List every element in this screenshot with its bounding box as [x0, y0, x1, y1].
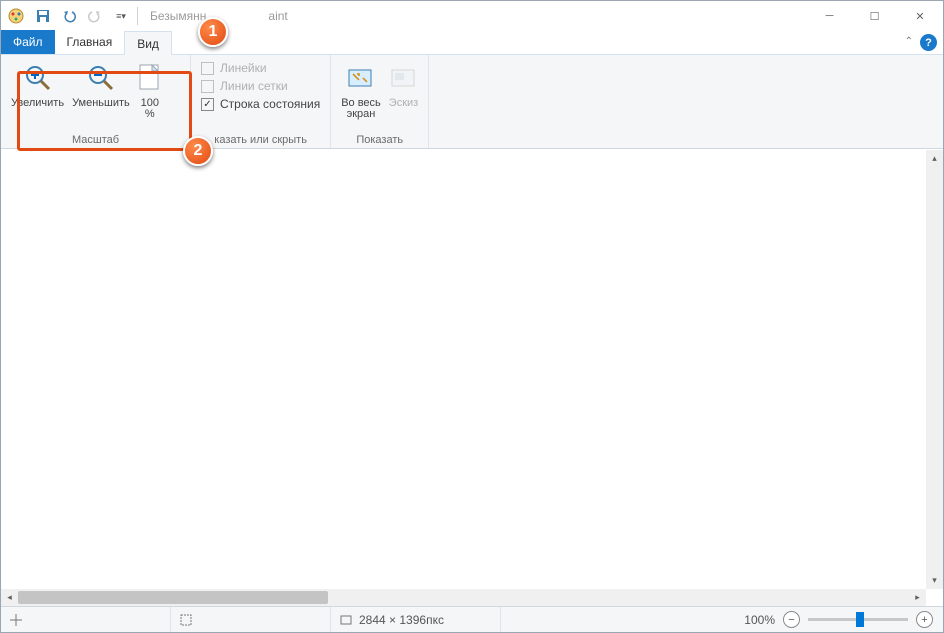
zoom-in-stepper[interactable]: +: [916, 611, 933, 628]
rulers-label: Линейки: [220, 61, 267, 75]
zoom-out-button[interactable]: Уменьшить: [68, 59, 134, 111]
cursor-pos-icon: [9, 613, 23, 627]
annotation-callout-2: 2: [183, 136, 213, 166]
window-controls: ─ ☐ ✕: [807, 1, 943, 31]
redo-button[interactable]: [83, 4, 107, 28]
group-display: Во весь экран Эскиз Показать: [331, 55, 429, 148]
group-display-title: Показать: [337, 132, 422, 146]
ribbon-tabs: Файл Главная Вид ⌃ ?: [1, 31, 943, 55]
zoom-100-button[interactable]: 100 %: [134, 59, 166, 122]
fullscreen-icon: [347, 61, 375, 95]
app-window: ≡▾ Безымянн aint ─ ☐ ✕ Файл Главная Вид …: [0, 0, 944, 633]
gridlines-label: Линии сетки: [220, 79, 288, 93]
separator: [137, 7, 138, 25]
dimensions-icon: [339, 613, 353, 627]
checkbox-statusbar[interactable]: ✓ Строка состояния: [201, 97, 320, 111]
zoom-in-label: Увеличить: [11, 97, 64, 109]
zoom-in-button[interactable]: Увеличить: [7, 59, 68, 111]
scroll-left-icon[interactable]: ◂: [1, 589, 18, 606]
status-dimensions: 2844 × 1396пкс: [331, 607, 501, 632]
tab-view[interactable]: Вид: [124, 31, 172, 55]
thumbnail-icon: [390, 61, 418, 95]
thumbnail-label: Эскиз: [389, 97, 418, 109]
quick-access-toolbar: ≡▾: [31, 4, 133, 28]
close-button[interactable]: ✕: [897, 1, 943, 31]
checkbox-checked-icon: ✓: [201, 98, 214, 111]
tab-home[interactable]: Главная: [55, 30, 125, 54]
zoom-out-icon: [87, 61, 115, 95]
collapse-ribbon-icon[interactable]: ⌃: [905, 36, 913, 47]
group-show-hide-title: казать или скрыть: [197, 132, 324, 146]
fullscreen-button[interactable]: Во весь экран: [337, 59, 385, 122]
annotation-callout-1: 1: [198, 17, 228, 47]
maximize-button[interactable]: ☐: [852, 1, 897, 31]
checkbox-icon: [201, 62, 214, 75]
help-icon[interactable]: ?: [920, 34, 937, 51]
group-zoom-title: Масштаб: [7, 132, 184, 146]
document-name: Безымянн: [150, 9, 206, 23]
zoom-in-icon: [24, 61, 52, 95]
tab-file[interactable]: Файл: [1, 30, 55, 54]
selection-icon: [179, 613, 193, 627]
checkbox-icon: [201, 80, 214, 93]
statusbar-label: Строка состояния: [220, 97, 320, 111]
status-cursor-pos: [1, 607, 171, 632]
title-bar: ≡▾ Безымянн aint ─ ☐ ✕: [1, 1, 943, 31]
status-selection: [171, 607, 331, 632]
zoom-slider-thumb[interactable]: [856, 612, 864, 627]
zoom-value: 100%: [744, 613, 775, 627]
undo-button[interactable]: [57, 4, 81, 28]
scroll-down-icon[interactable]: ▾: [926, 572, 943, 589]
group-show-hide: Линейки Линии сетки ✓ Строка состояния ка…: [191, 55, 331, 148]
app-icon: [7, 7, 25, 25]
horizontal-scrollbar[interactable]: ◂ ▸: [1, 589, 926, 606]
canvas[interactable]: [1, 150, 926, 589]
dimensions-value: 2844 × 1396пкс: [359, 613, 444, 627]
vertical-scrollbar[interactable]: ▴ ▾: [926, 150, 943, 589]
minimize-button[interactable]: ─: [807, 1, 852, 31]
zoom-control: 100% − +: [734, 611, 943, 628]
checkbox-rulers[interactable]: Линейки: [201, 61, 320, 75]
scroll-up-icon[interactable]: ▴: [926, 150, 943, 167]
ribbon: Увеличить Уменьшить 100 % Масштаб Линейк…: [1, 55, 943, 149]
zoom-slider[interactable]: [808, 618, 908, 621]
page-100-icon: [138, 61, 162, 95]
status-bar: 2844 × 1396пкс 100% − +: [1, 606, 943, 632]
app-name: aint: [268, 9, 287, 23]
checkbox-gridlines[interactable]: Линии сетки: [201, 79, 320, 93]
zoom-out-label: Уменьшить: [72, 97, 130, 109]
fullscreen-label-bot: экран: [347, 108, 376, 120]
thumbnail-button: Эскиз: [385, 59, 422, 111]
work-area: ▴ ▾ ◂ ▸: [1, 149, 943, 606]
zoom-100-label-bot: %: [145, 108, 155, 120]
zoom-out-stepper[interactable]: −: [783, 611, 800, 628]
scroll-right-icon[interactable]: ▸: [909, 589, 926, 606]
qat-customize-button[interactable]: ≡▾: [109, 4, 133, 28]
group-zoom: Увеличить Уменьшить 100 % Масштаб: [1, 55, 191, 148]
scroll-track[interactable]: [18, 589, 909, 606]
scroll-thumb[interactable]: [18, 591, 328, 604]
save-button[interactable]: [31, 4, 55, 28]
